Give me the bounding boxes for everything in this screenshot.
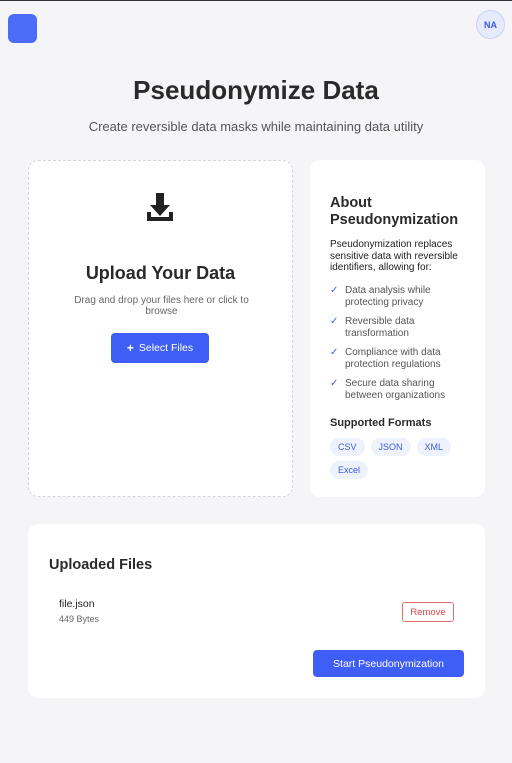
benefit-item: ✓ Secure data sharing between organizati… — [330, 378, 470, 401]
check-icon: ✓ — [330, 378, 339, 389]
uploaded-files-title: Uploaded Files — [49, 557, 153, 573]
benefit-item: ✓ Data analysis while protecting privacy — [330, 285, 470, 308]
format-tag-json: JSON — [370, 438, 411, 456]
upload-title: Upload Your Data — [85, 263, 236, 283]
benefit-item: ✓ Compliance with data protection regula… — [330, 347, 470, 370]
remove-file-button[interactable]: Remove — [402, 602, 454, 622]
benefit-text: Secure data sharing between organization… — [345, 378, 446, 401]
benefit-item: ✓ Reversible data transformation — [330, 316, 470, 339]
formats-title: Supported Formats — [330, 417, 432, 429]
app-logo[interactable] — [8, 14, 37, 43]
file-name: file.json — [59, 598, 95, 610]
benefit-text: Compliance with data protection regulati… — [345, 347, 441, 370]
upload-instructions: Drag and drop your files here or click t… — [74, 295, 249, 317]
format-tag-excel: Excel — [330, 461, 369, 479]
page-title: Pseudonymize Data — [133, 75, 379, 105]
format-tag-csv: CSV — [330, 438, 365, 456]
file-row: file.json 449 Bytes Remove — [59, 597, 454, 627]
benefit-text: Data analysis while protecting privacy — [345, 285, 431, 308]
select-files-label: Select Files — [138, 342, 194, 354]
start-pseudonymization-button[interactable]: Start Pseudonymization — [313, 650, 464, 677]
user-avatar[interactable]: NA — [476, 10, 505, 39]
file-size: 449 Bytes — [59, 614, 100, 624]
format-tag-xml: XML — [416, 438, 452, 456]
select-files-button[interactable]: + Select Files — [111, 333, 209, 363]
about-description: Pseudonymization replaces sensitive data… — [330, 239, 458, 273]
check-icon: ✓ — [330, 347, 339, 358]
plus-icon: + — [126, 341, 134, 355]
about-panel: About Pseudonymization Pseudonymization … — [310, 160, 485, 497]
uploaded-files-panel: Uploaded Files file.json 449 Bytes Remov… — [28, 524, 485, 698]
format-tags: CSV JSON XML Excel — [330, 438, 475, 479]
upload-dropzone[interactable]: Upload Your Data Drag and drop your file… — [28, 160, 293, 497]
check-icon: ✓ — [330, 285, 339, 296]
check-icon: ✓ — [330, 316, 339, 327]
benefit-text: Reversible data transformation — [345, 316, 415, 339]
about-title: About Pseudonymization — [330, 195, 459, 228]
benefits-list: ✓ Data analysis while protecting privacy… — [330, 285, 470, 409]
page-subtitle: Create reversible data masks while maint… — [88, 119, 424, 134]
download-icon — [147, 193, 173, 221]
